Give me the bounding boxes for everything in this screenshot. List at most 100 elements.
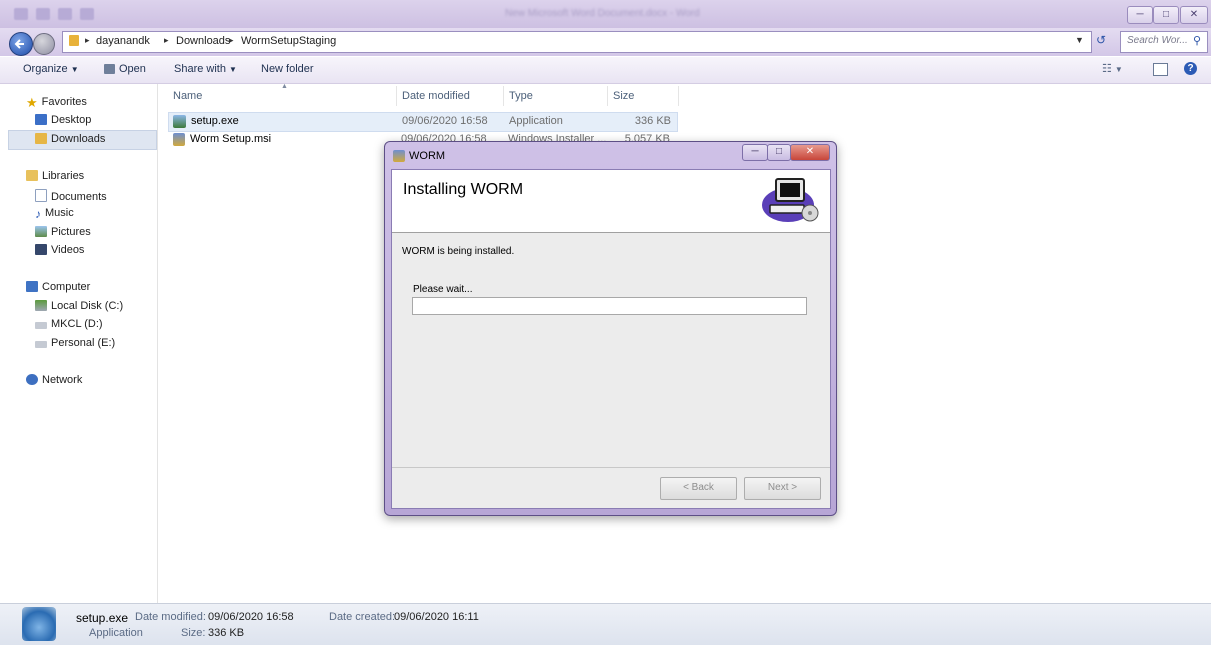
open-label: Open — [119, 63, 146, 75]
details-date-created-label: Date created: — [329, 611, 396, 623]
details-date-modified: 09/06/2020 16:58 — [208, 611, 294, 623]
refresh-icon[interactable]: ↺ — [1096, 33, 1106, 47]
nav-desktop[interactable]: Desktop — [35, 114, 91, 126]
setup-file-large-icon — [22, 607, 56, 641]
file-size: 336 KB — [634, 115, 671, 127]
sort-arrow-icon: ▲ — [281, 83, 288, 90]
dialog-heading: Installing WORM — [403, 181, 524, 198]
nav-pictures[interactable]: Pictures — [35, 226, 91, 238]
nav-documents[interactable]: Documents — [35, 189, 107, 203]
search-input[interactable]: Search Wor... ⚲ — [1120, 31, 1208, 53]
local-disk-icon — [35, 300, 47, 311]
nav-label: Computer — [42, 281, 91, 293]
dialog-minimize-button[interactable]: ─ — [742, 144, 768, 161]
column-divider[interactable] — [503, 86, 504, 106]
setup-exe-icon — [173, 115, 186, 128]
nav-label: Documents — [51, 191, 107, 203]
column-divider[interactable] — [678, 86, 679, 106]
back-button[interactable]: < Back — [660, 477, 737, 500]
address-field[interactable]: ▸ dayanandk ▸ Downloads ▸ WormSetupStagi… — [62, 31, 1092, 53]
column-divider[interactable] — [607, 86, 608, 106]
details-date-modified-label: Date modified: — [135, 611, 206, 623]
nav-local-disk[interactable]: Local Disk (C:) — [35, 300, 123, 312]
dialog-window-controls: ─ □ ✕ — [742, 144, 830, 161]
file-date: 09/06/2020 16:58 — [402, 115, 488, 127]
videos-icon — [35, 244, 47, 255]
save-icon[interactable] — [36, 8, 50, 20]
nav-label: Pictures — [51, 226, 91, 238]
column-header-date[interactable]: Date modified — [402, 90, 470, 102]
nav-label: Desktop — [51, 114, 92, 126]
column-header-name[interactable]: Name — [173, 90, 202, 102]
computer-icon — [26, 281, 38, 292]
nav-downloads[interactable]: Downloads — [35, 133, 105, 145]
install-status-text: WORM is being installed. — [402, 246, 515, 257]
search-placeholder: Search Wor... — [1127, 35, 1188, 46]
dialog-close-button[interactable]: ✕ — [790, 144, 830, 161]
details-size-label: Size: — [181, 627, 206, 639]
dialog-maximize-button[interactable]: □ — [767, 144, 791, 161]
nav-personal-drive[interactable]: Personal (E:) — [35, 337, 115, 349]
details-size: 336 KB — [208, 627, 245, 639]
downloads-folder-icon — [35, 133, 47, 144]
quick-access-toolbar[interactable] — [14, 8, 102, 23]
dialog-divider — [392, 467, 830, 468]
nav-music[interactable]: ♪ Music — [35, 207, 74, 221]
chevron-down-icon: ▼ — [229, 65, 237, 74]
back-button[interactable] — [9, 32, 33, 56]
nav-network[interactable]: Network — [26, 374, 82, 386]
nav-label: Videos — [51, 244, 85, 256]
minimize-button[interactable]: ─ — [1127, 6, 1153, 24]
close-button[interactable]: ✕ — [1180, 6, 1208, 24]
open-button[interactable]: Open — [104, 63, 146, 75]
help-icon[interactable]: ? — [1184, 62, 1197, 75]
redo-icon[interactable] — [80, 8, 94, 20]
organize-button[interactable]: Organize ▼ — [23, 63, 79, 75]
documents-icon — [35, 189, 47, 202]
drive-icon — [35, 322, 47, 329]
column-divider[interactable] — [396, 86, 397, 106]
pictures-icon — [35, 226, 47, 237]
title-bar: New Microsoft Word Document.docx - Word … — [0, 0, 1211, 28]
breadcrumb-separator-icon: ▸ — [85, 35, 90, 45]
nav-libraries[interactable]: Libraries — [26, 170, 84, 182]
address-dropdown-icon[interactable]: ▼ — [1075, 35, 1084, 45]
breadcrumb-separator-icon: ▸ — [164, 35, 169, 45]
install-progress-bar — [412, 297, 807, 315]
nav-label: Libraries — [42, 170, 85, 182]
file-name: Worm Setup.msi — [190, 133, 272, 145]
nav-label: Music — [45, 207, 74, 219]
maximize-button[interactable]: □ — [1153, 6, 1179, 24]
nav-mkcl-drive[interactable]: MKCL (D:) — [35, 318, 103, 330]
app-icon — [14, 8, 28, 20]
nav-label: Downloads — [51, 133, 106, 145]
next-button[interactable]: Next > — [744, 477, 821, 500]
undo-icon[interactable] — [58, 8, 72, 20]
nav-computer[interactable]: Computer — [26, 281, 90, 293]
breadcrumb-item-staging[interactable]: WormSetupStaging — [241, 35, 336, 47]
column-header-type[interactable]: Type — [509, 90, 533, 102]
share-with-button[interactable]: Share with ▼ — [174, 63, 237, 75]
nav-label: Network — [42, 374, 83, 386]
breadcrumb-item-user[interactable]: dayanandk — [96, 35, 150, 47]
nav-videos[interactable]: Videos — [35, 244, 84, 256]
view-options-icon[interactable]: ☷ ▼ — [1102, 62, 1123, 75]
preview-pane-icon[interactable] — [1153, 63, 1168, 76]
column-header-size[interactable]: Size — [613, 90, 634, 102]
nav-label: Favorites — [41, 96, 87, 108]
file-row[interactable]: setup.exe 09/06/2020 16:58 Application 3… — [168, 112, 678, 132]
please-wait-label: Please wait... — [413, 284, 473, 295]
search-icon[interactable]: ⚲ — [1193, 34, 1201, 47]
file-type: Application — [509, 115, 563, 127]
nav-label: Personal (E:) — [51, 337, 116, 349]
forward-button[interactable] — [33, 33, 55, 55]
computer-setup-icon — [762, 178, 819, 222]
installer-title-icon — [393, 150, 405, 162]
details-pane: setup.exe Date modified: 09/06/2020 16:5… — [0, 603, 1211, 645]
new-folder-button[interactable]: New folder — [261, 63, 314, 75]
nav-favorites[interactable]: ★ Favorites — [26, 95, 87, 110]
breadcrumb-item-downloads[interactable]: Downloads — [176, 35, 230, 47]
network-icon — [26, 374, 38, 385]
nav-label: Local Disk (C:) — [51, 300, 124, 312]
file-name: setup.exe — [191, 115, 239, 127]
